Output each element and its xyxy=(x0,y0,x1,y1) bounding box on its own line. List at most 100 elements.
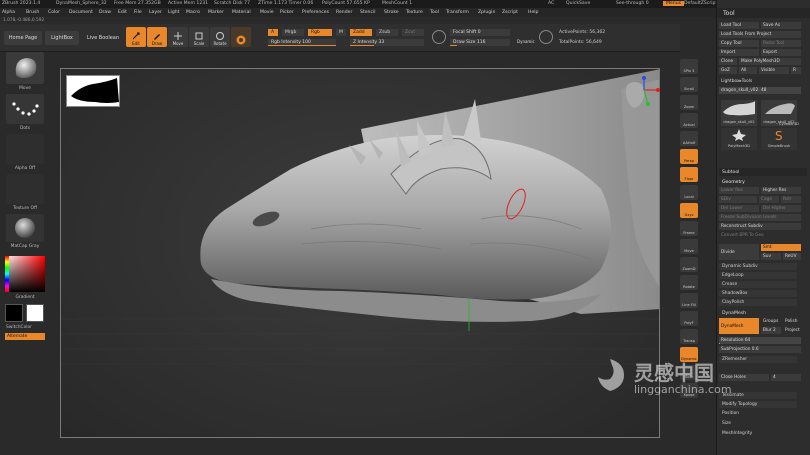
import-button[interactable]: Import xyxy=(719,49,759,56)
project-toggle[interactable]: Project xyxy=(783,327,803,334)
lower-res-button[interactable]: Lower Res xyxy=(719,187,759,194)
menu-help[interactable]: Help xyxy=(528,10,538,15)
document-canvas[interactable] xyxy=(60,68,660,438)
zoom-button[interactable]: Zoom xyxy=(680,95,698,110)
menu-texture[interactable]: Texture xyxy=(406,10,423,15)
material-selector[interactable] xyxy=(6,214,44,242)
dragon-head-sculpt[interactable] xyxy=(61,69,660,438)
crease-section[interactable]: Crease xyxy=(719,281,797,288)
gxyz-button[interactable]: Gxyz xyxy=(680,203,698,218)
dynamesh-section[interactable]: DynaMesh xyxy=(719,309,807,317)
ac-button[interactable]: AC xyxy=(548,1,554,6)
current-tool-slider[interactable]: dragon_skull_v02. 48 xyxy=(719,87,801,94)
goz-r-button[interactable]: R xyxy=(791,67,801,74)
polyf-button[interactable]: PolyF xyxy=(680,311,698,326)
load-tool-button[interactable]: Load Tool xyxy=(719,22,759,29)
move-view-button[interactable]: Move xyxy=(680,239,698,254)
scale-mode-button[interactable]: Scale xyxy=(189,27,209,47)
rotate-view-button[interactable]: Rotate xyxy=(680,275,698,290)
menu-light[interactable]: Light xyxy=(168,10,179,15)
rgb-intensity-slider[interactable]: Rgb Intensity 100 xyxy=(268,39,336,46)
floor-button[interactable]: Floor xyxy=(680,167,698,182)
default-zscript-button[interactable]: DefaultZScript xyxy=(684,1,717,6)
move-mode-button[interactable]: Move xyxy=(168,27,188,47)
subtool-section[interactable]: Subtool xyxy=(719,168,807,176)
z-intensity-slider[interactable]: Z Intensity 33 xyxy=(350,39,424,46)
menu-edit[interactable]: Edit xyxy=(118,10,127,15)
sculptris-pro-button[interactable] xyxy=(231,27,251,47)
hue-strip[interactable] xyxy=(5,256,9,292)
lightbox-button[interactable]: LightBox xyxy=(45,31,79,45)
zsub-toggle[interactable]: Zsub xyxy=(376,29,398,36)
blur-slider[interactable]: Blur 2 xyxy=(761,327,781,334)
sdiv-slider[interactable]: SDiv xyxy=(719,196,757,203)
cage-button[interactable]: Cage xyxy=(759,196,779,203)
menu-brush[interactable]: Brush xyxy=(26,10,39,15)
line-fill-button[interactable]: Line Fill xyxy=(680,293,698,308)
texture-selector[interactable] xyxy=(6,174,44,204)
persp-button[interactable]: Persp xyxy=(680,149,698,164)
color-picker[interactable] xyxy=(5,256,45,292)
navigation-cube[interactable] xyxy=(618,76,660,122)
del-lower-button[interactable]: Del Lower xyxy=(719,205,759,212)
higher-res-button[interactable]: Higher Res xyxy=(761,187,801,194)
menu-document[interactable]: Document xyxy=(69,10,93,15)
actual-button[interactable]: Actual xyxy=(680,113,698,128)
tool-thumb-simplebrush[interactable]: S SimpleBrush xyxy=(761,128,797,150)
lightbox-tools-button[interactable]: Lightbox▸Tools xyxy=(719,78,801,85)
menu-zplugin[interactable]: Zplugin xyxy=(478,10,495,15)
suv-toggle[interactable]: Suv xyxy=(761,253,781,260)
load-tools-from-project-button[interactable]: Load Tools From Project xyxy=(719,31,801,38)
goz-visible-button[interactable]: Visible xyxy=(759,67,789,74)
claypolish-section[interactable]: ClayPolish xyxy=(719,299,797,306)
subprojection-slider[interactable]: SubProjection 0.6 xyxy=(719,346,801,353)
menu-material[interactable]: Material xyxy=(232,10,251,15)
spix-button[interactable]: SPix 3 xyxy=(680,59,698,74)
draw-size-slider[interactable]: Draw Size 116 xyxy=(450,39,510,46)
make-polymesh3d-button[interactable]: Make PolyMesh3D xyxy=(739,58,801,65)
copy-tool-button[interactable]: Copy Tool xyxy=(719,40,759,47)
menu-render[interactable]: Render xyxy=(336,10,352,15)
see-through-slider[interactable]: See-through 0 xyxy=(616,1,649,6)
groups-toggle[interactable]: Groups xyxy=(761,318,781,325)
quicksave-button[interactable]: QuickSave xyxy=(566,1,590,6)
scroll-button[interactable]: Scroll xyxy=(680,77,698,92)
shadowbox-section[interactable]: ShadowBox xyxy=(719,290,797,297)
polish-toggle[interactable]: Polish xyxy=(783,318,803,325)
save-as-button[interactable]: Save As xyxy=(761,22,801,29)
menu-alpha[interactable]: Alpha xyxy=(2,10,15,15)
reconstruct-subdiv-button[interactable]: Reconstruct Subdiv xyxy=(719,223,801,230)
edit-mode-button[interactable]: Edit xyxy=(126,27,146,47)
goz-button[interactable]: GoZ xyxy=(719,67,737,74)
menu-file[interactable]: File xyxy=(134,10,142,15)
menus-toggle[interactable]: Menus xyxy=(663,1,685,6)
zcut-toggle[interactable]: Zcut xyxy=(402,29,424,36)
menu-color[interactable]: Color xyxy=(48,10,60,15)
a-toggle[interactable]: A xyxy=(268,29,278,36)
main-color-swatch[interactable] xyxy=(5,304,23,322)
live-boolean-button[interactable]: Live Boolean xyxy=(83,31,123,45)
aahalf-button[interactable]: AAHalf xyxy=(680,131,698,146)
export-button[interactable]: Export xyxy=(761,49,801,56)
brush-selector[interactable] xyxy=(6,52,44,84)
del-higher-button[interactable]: Del Higher xyxy=(761,205,801,212)
zadd-toggle[interactable]: Zadd xyxy=(350,29,372,36)
rstr-button[interactable]: Rstr xyxy=(781,196,801,203)
meshintegrity-section[interactable]: MeshIntegrity xyxy=(719,430,797,437)
edgeloop-section[interactable]: EdgeLoop xyxy=(719,272,797,279)
goz-all-button[interactable]: All xyxy=(739,67,757,74)
menu-movie[interactable]: Movie xyxy=(260,10,274,15)
transp-button[interactable]: Transp xyxy=(680,329,698,344)
geometry-section[interactable]: Geometry xyxy=(719,178,807,186)
tool-thumb-polymesh[interactable]: PolyMesh3D xyxy=(721,128,757,150)
dynamic-subdiv-section[interactable]: Dynamic Subdiv xyxy=(719,263,797,270)
paste-tool-button[interactable]: Paste Tool xyxy=(761,40,801,47)
menu-stroke[interactable]: Stroke xyxy=(384,10,399,15)
smt-toggle[interactable]: Smt xyxy=(761,244,801,251)
rgb-toggle[interactable]: Rgb xyxy=(308,29,332,36)
secondary-color-swatch[interactable] xyxy=(26,304,44,322)
clone-button[interactable]: Clone xyxy=(719,58,737,65)
convert-bpr-button[interactable]: Convert BPR To Geo xyxy=(719,232,801,239)
m-toggle[interactable]: M xyxy=(336,29,346,36)
stroke-selector[interactable] xyxy=(6,94,44,124)
